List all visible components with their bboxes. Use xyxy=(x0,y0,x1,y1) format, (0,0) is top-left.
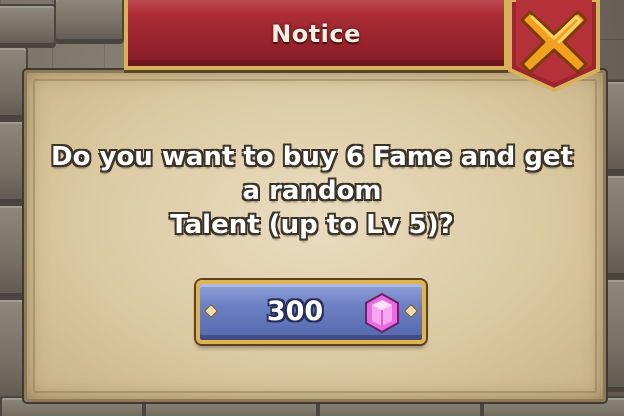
title-banner: Notice xyxy=(124,0,508,70)
close-icon[interactable] xyxy=(520,8,588,76)
gem-icon xyxy=(365,293,399,333)
stone-block xyxy=(54,0,124,44)
stone-block xyxy=(0,4,56,48)
dialog-title: Notice xyxy=(271,20,361,48)
close-button[interactable] xyxy=(506,0,602,92)
buy-button[interactable]: 300 xyxy=(196,280,426,344)
message-line: Do you want to buy 6 Fame and get xyxy=(51,142,573,172)
notice-message: Do you want to buy 6 Fame and get a rand… xyxy=(36,140,588,242)
notice-dialog: Notice Do you want to buy 6 Fame and get… xyxy=(0,0,624,416)
message-line: Talent (up to Lv 5)? xyxy=(170,210,454,240)
message-line: a random xyxy=(242,176,382,206)
price-label: 300 xyxy=(266,296,324,327)
